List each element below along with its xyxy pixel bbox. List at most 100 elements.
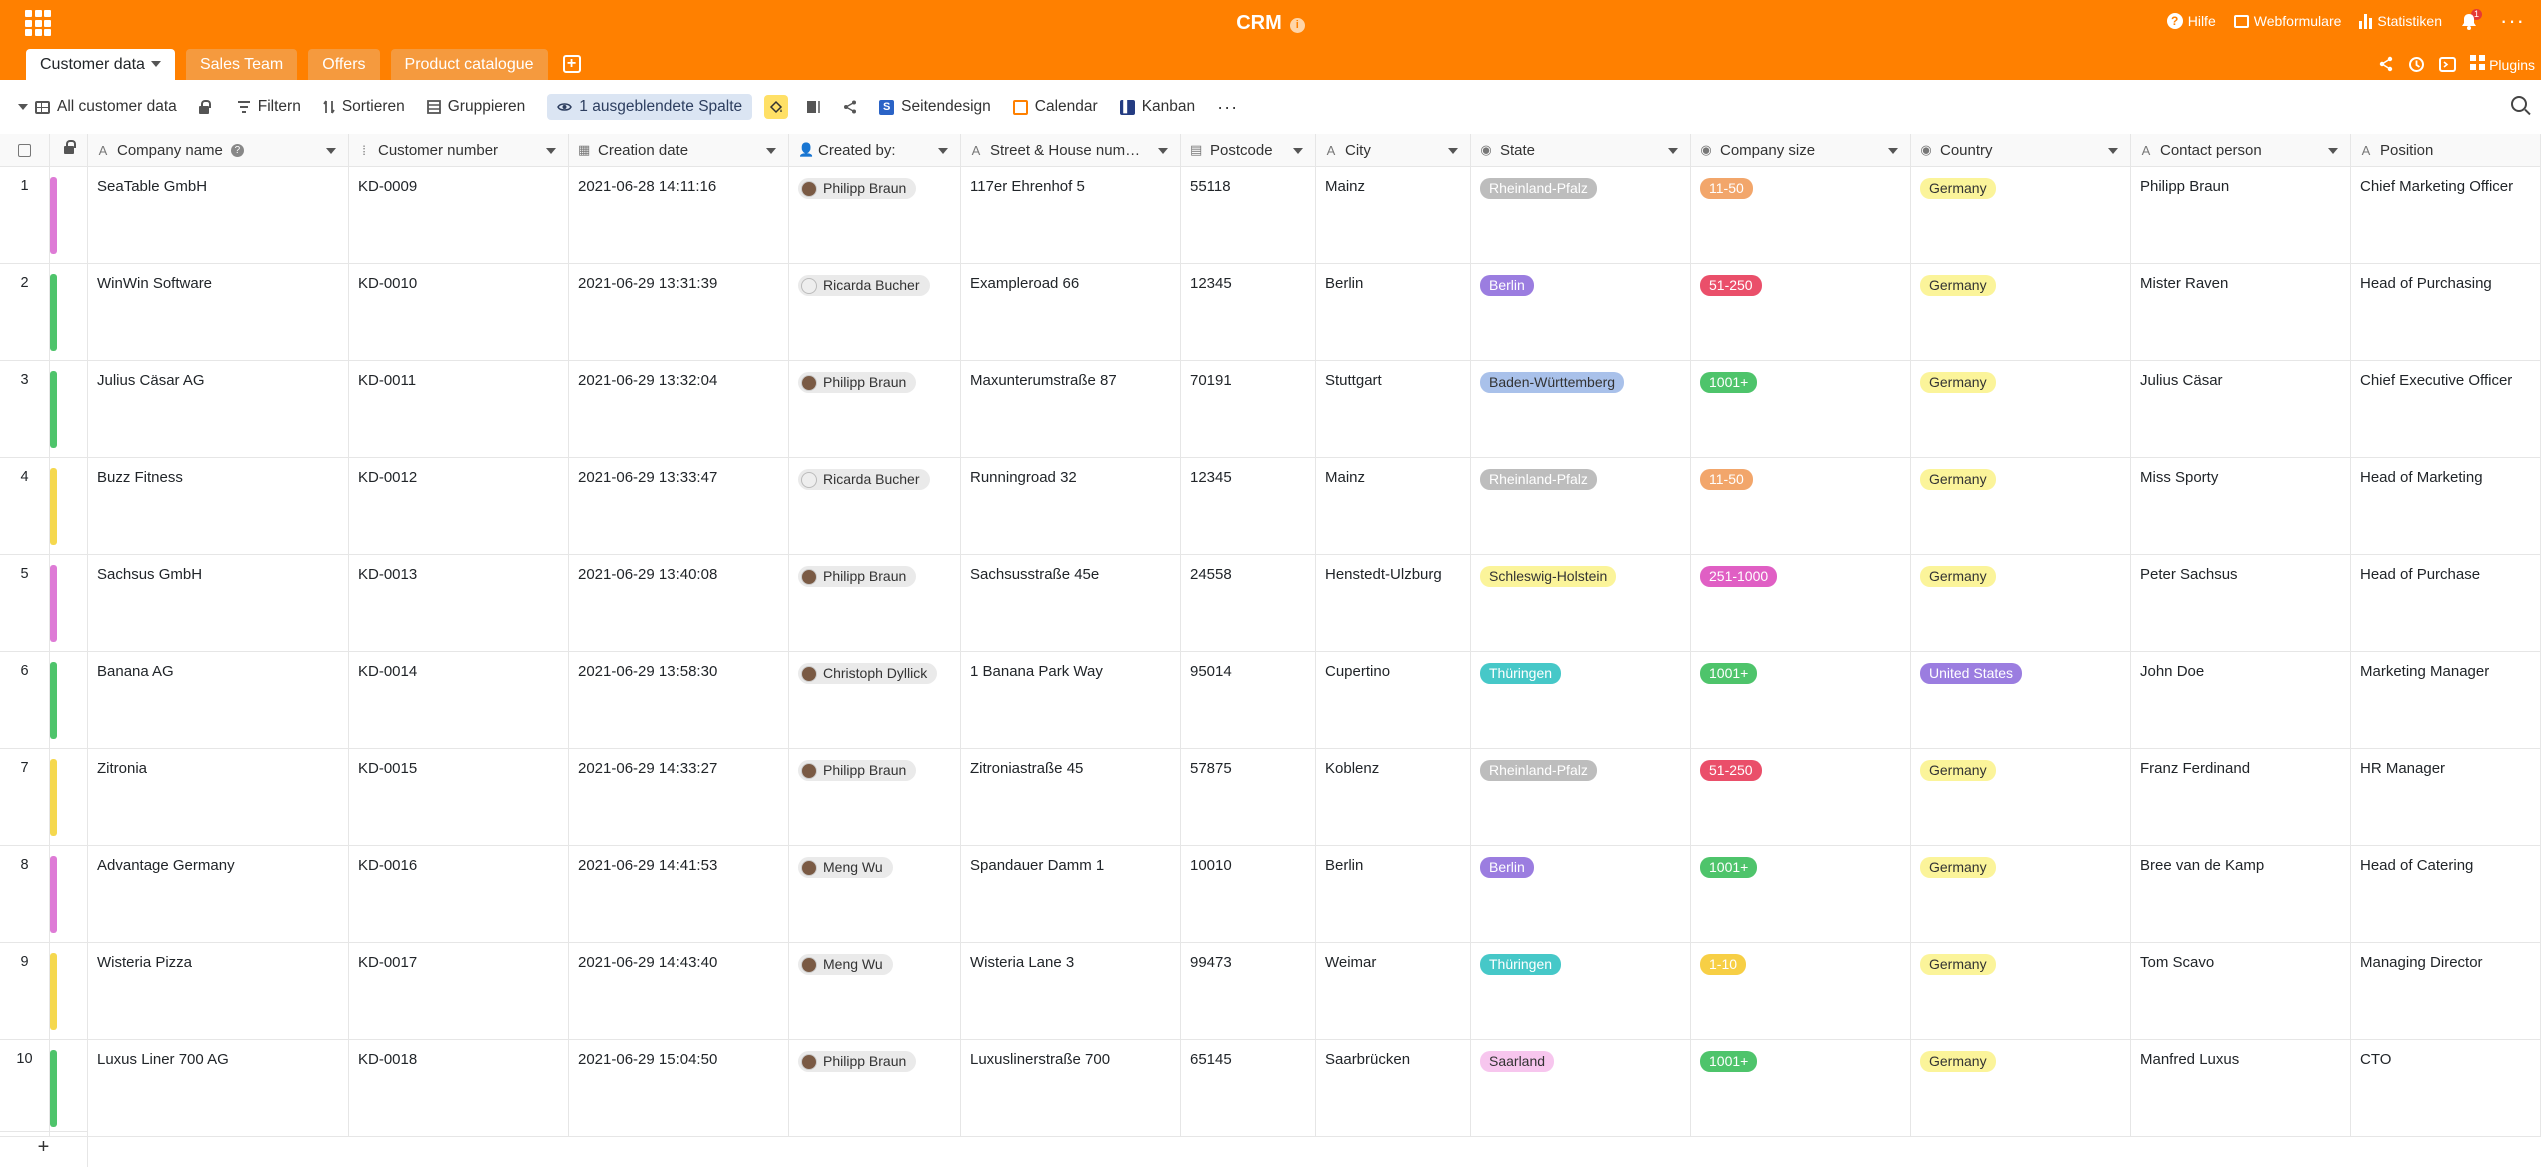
row-number-cell[interactable]: 6: [0, 652, 50, 748]
cell-street[interactable]: Sachsusstraße 45e: [961, 555, 1181, 651]
table-row[interactable]: 9 Wisteria Pizza KD-0017 2021-06-29 14:43:4…: [0, 943, 2541, 1040]
cell-contact-person[interactable]: Julius Cäsar: [2131, 361, 2351, 457]
search-icon[interactable]: [2511, 96, 2527, 112]
cell-company-name[interactable]: Zitronia: [88, 749, 349, 845]
column-header-country[interactable]: ◉ Country: [1911, 134, 2131, 166]
column-header-creation-date[interactable]: ▦ Creation date: [569, 134, 789, 166]
info-icon[interactable]: ?: [230, 143, 244, 157]
cell-customer-number[interactable]: KD-0014: [349, 652, 569, 748]
cell-street[interactable]: Wisteria Lane 3: [961, 943, 1181, 1039]
cell-postcode[interactable]: 65145: [1181, 1040, 1316, 1136]
cell-company-size[interactable]: 11-50: [1691, 458, 1911, 554]
add-row-button[interactable]: +: [0, 1131, 88, 1167]
cell-company-name[interactable]: Sachsus GmbH: [88, 555, 349, 651]
cell-state[interactable]: Rheinland-Pfalz: [1471, 458, 1691, 554]
cell-city[interactable]: Berlin: [1316, 846, 1471, 942]
cell-country[interactable]: Germany: [1911, 264, 2131, 360]
tab-offers[interactable]: Offers: [308, 49, 380, 80]
cell-customer-number[interactable]: KD-0018: [349, 1040, 569, 1136]
cell-creation-date[interactable]: 2021-06-29 14:43:40: [569, 943, 789, 1039]
cell-street[interactable]: 1 Banana Park Way: [961, 652, 1181, 748]
cell-company-name[interactable]: SeaTable GmbH: [88, 167, 349, 263]
cell-contact-person[interactable]: Franz Ferdinand: [2131, 749, 2351, 845]
toolbar-more-icon[interactable]: ···: [1217, 97, 1238, 118]
cell-company-size[interactable]: 51-250: [1691, 264, 1911, 360]
table-row[interactable]: 8 Advantage Germany KD-0016 2021-06-29 14:4…: [0, 846, 2541, 943]
cell-position[interactable]: CTO: [2351, 1040, 2541, 1136]
share-view-button[interactable]: [843, 100, 857, 114]
cell-street[interactable]: Maxunterumstraße 87: [961, 361, 1181, 457]
cell-contact-person[interactable]: John Doe: [2131, 652, 2351, 748]
cell-position[interactable]: Managing Director: [2351, 943, 2541, 1039]
cell-created-by[interactable]: Meng Wu: [789, 943, 961, 1039]
cell-company-name[interactable]: WinWin Software: [88, 264, 349, 360]
cell-postcode[interactable]: 12345: [1181, 458, 1316, 554]
column-header-created-by[interactable]: 👤 Created by:: [789, 134, 961, 166]
column-header-street[interactable]: A Street & House num…: [961, 134, 1181, 166]
cell-state[interactable]: Rheinland-Pfalz: [1471, 167, 1691, 263]
cell-created-by[interactable]: Meng Wu: [789, 846, 961, 942]
cell-company-name[interactable]: Wisteria Pizza: [88, 943, 349, 1039]
cell-company-size[interactable]: 1001+: [1691, 361, 1911, 457]
webforms-button[interactable]: Webformulare: [2233, 13, 2341, 29]
cell-customer-number[interactable]: KD-0017: [349, 943, 569, 1039]
chevron-down-icon[interactable]: [150, 61, 161, 67]
cell-creation-date[interactable]: 2021-06-29 15:04:50: [569, 1040, 789, 1136]
tab-sales-team[interactable]: Sales Team: [185, 49, 298, 80]
cell-position[interactable]: Head of Marketing: [2351, 458, 2541, 554]
cell-company-size[interactable]: 1001+: [1691, 1040, 1911, 1136]
chevron-down-icon[interactable]: [546, 148, 556, 154]
cell-company-size[interactable]: 11-50: [1691, 167, 1911, 263]
cell-state[interactable]: Baden-Württemberg: [1471, 361, 1691, 457]
cell-company-name[interactable]: Luxus Liner 700 AG: [88, 1040, 349, 1136]
table-row[interactable]: 6 Banana AG KD-0014 2021-06-29 13:58:30 Chri…: [0, 652, 2541, 749]
cell-city[interactable]: Koblenz: [1316, 749, 1471, 845]
cell-country[interactable]: Germany: [1911, 943, 2131, 1039]
column-header-position[interactable]: A Position: [2351, 134, 2541, 166]
hidden-columns-button[interactable]: 1 ausgeblendete Spalte: [547, 94, 753, 120]
cell-position[interactable]: Head of Purchasing: [2351, 264, 2541, 360]
table-row[interactable]: 2 WinWin Software KD-0010 2021-06-29 13:31:…: [0, 264, 2541, 361]
cell-state[interactable]: Berlin: [1471, 264, 1691, 360]
cell-position[interactable]: Chief Marketing Officer: [2351, 167, 2541, 263]
tab-product-catalogue[interactable]: Product catalogue: [390, 49, 548, 80]
cell-state[interactable]: Thüringen: [1471, 652, 1691, 748]
cell-city[interactable]: Henstedt-Ulzburg: [1316, 555, 1471, 651]
column-header-postcode[interactable]: ▤ Postcode: [1181, 134, 1316, 166]
cell-position[interactable]: Head of Purchase: [2351, 555, 2541, 651]
chevron-down-icon[interactable]: [2328, 148, 2338, 154]
cell-created-by[interactable]: Ricarda Bucher: [789, 458, 961, 554]
cell-created-by[interactable]: Ricarda Bucher: [789, 264, 961, 360]
cell-country[interactable]: Germany: [1911, 458, 2131, 554]
group-button[interactable]: Gruppieren: [426, 98, 525, 116]
cell-state[interactable]: Thüringen: [1471, 943, 1691, 1039]
add-table-button[interactable]: +: [562, 55, 581, 73]
sort-button[interactable]: Sortieren: [323, 98, 405, 116]
cell-street[interactable]: Zitroniastraße 45: [961, 749, 1181, 845]
row-number-cell[interactable]: 3: [0, 361, 50, 457]
cell-country[interactable]: Germany: [1911, 846, 2131, 942]
cell-company-name[interactable]: Buzz Fitness: [88, 458, 349, 554]
row-height-button[interactable]: [806, 100, 821, 114]
table-row[interactable]: 7 Zitronia KD-0015 2021-06-29 14:33:27 Phili…: [0, 749, 2541, 846]
table-row[interactable]: 1 SeaTable GmbH KD-0009 2021-06-28 14:11:16…: [0, 167, 2541, 264]
row-number-cell[interactable]: 5: [0, 555, 50, 651]
cell-postcode[interactable]: 10010: [1181, 846, 1316, 942]
cell-creation-date[interactable]: 2021-06-29 13:31:39: [569, 264, 789, 360]
plugins-button[interactable]: Plugins: [2470, 55, 2535, 73]
row-number-cell[interactable]: 9: [0, 943, 50, 1039]
cell-created-by[interactable]: Philipp Braun: [789, 749, 961, 845]
cell-postcode[interactable]: 55118: [1181, 167, 1316, 263]
cell-position[interactable]: Marketing Manager: [2351, 652, 2541, 748]
cell-customer-number[interactable]: KD-0010: [349, 264, 569, 360]
cell-contact-person[interactable]: Mister Raven: [2131, 264, 2351, 360]
cell-created-by[interactable]: Philipp Braun: [789, 555, 961, 651]
cell-company-size[interactable]: 1-10: [1691, 943, 1911, 1039]
cell-created-by[interactable]: Christoph Dyllick: [789, 652, 961, 748]
row-color-button[interactable]: [764, 95, 789, 119]
row-number-cell[interactable]: 1: [0, 167, 50, 263]
chevron-down-icon[interactable]: [938, 148, 948, 154]
cell-position[interactable]: Chief Executive Officer: [2351, 361, 2541, 457]
cell-creation-date[interactable]: 2021-06-29 14:41:53: [569, 846, 789, 942]
chevron-down-icon[interactable]: [2108, 148, 2118, 154]
